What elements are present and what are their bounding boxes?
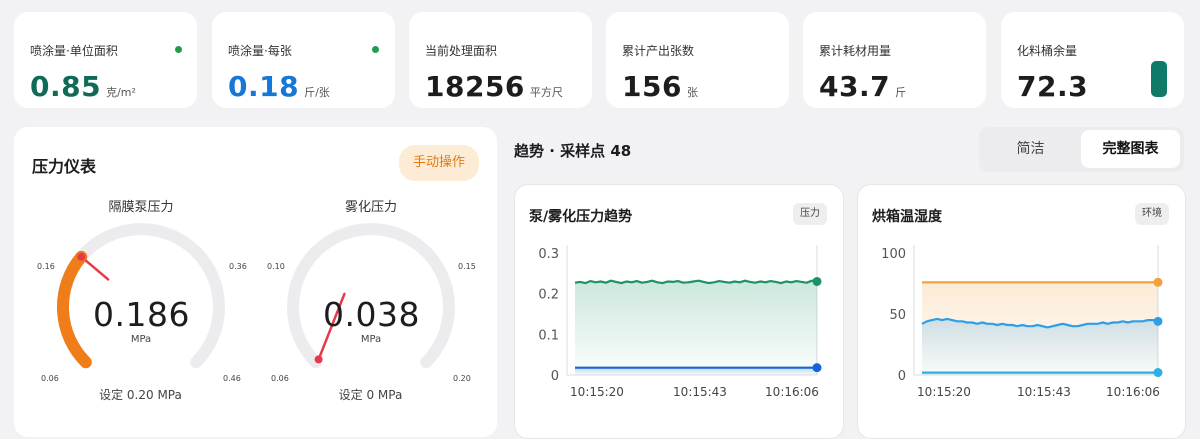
y-tick-label: 0	[551, 369, 559, 384]
stat-unit: 斤	[895, 86, 907, 99]
status-dot	[175, 46, 182, 53]
stat-unit: 张	[686, 86, 698, 99]
y-tick-label: 0	[898, 369, 906, 384]
stat-label: 累计耗材用量	[819, 44, 892, 58]
x-tick-label: 10:15:43	[1017, 385, 1071, 399]
tank-level-indicator	[1151, 61, 1167, 97]
pump-setpoint: 设定 0.20 MPa	[99, 388, 182, 402]
atomize-tick-low: 0.10	[267, 262, 285, 271]
x-tick-label: 10:16:06	[1106, 385, 1160, 399]
view-mode-switch: 简洁 完整图表	[979, 127, 1184, 172]
stat-label: 喷涂量·每张	[228, 44, 292, 58]
stat-card-total-sheets: 累计产出张数 156 张	[606, 12, 789, 108]
stat-card-spray-per-sheet: 喷涂量·每张 0.18 斤/张	[212, 12, 395, 108]
trend-header: 趋势 · 采样点 48	[514, 142, 632, 160]
atomize-reading: 0.038	[323, 295, 420, 334]
stat-label: 当前处理面积	[425, 44, 498, 58]
pump-gauge	[57, 223, 455, 369]
status-dot	[372, 46, 379, 53]
stat-card-spray-per-area: 喷涂量·单位面积 0.85 克/m²	[14, 12, 197, 108]
stat-label: 累计产出张数	[622, 44, 695, 58]
stat-unit: 克/m²	[106, 86, 136, 99]
pump-tick-min: 0.06	[41, 374, 59, 383]
stat-value: 0.85	[30, 70, 102, 103]
series-end-point	[1153, 316, 1163, 326]
mode-full-chart-button[interactable]: 完整图表	[1081, 130, 1180, 168]
pump-gauge-fill-end	[77, 252, 86, 261]
stat-card-tank-remaining: 化料桶余量 72.3	[1001, 12, 1184, 108]
atomize-tick-max: 0.20	[453, 374, 471, 383]
stat-card-total-material: 累计耗材用量 43.7 斤	[803, 12, 986, 108]
x-tick-label: 10:16:06	[765, 385, 819, 399]
stat-label: 化料桶余量	[1017, 44, 1078, 58]
atomize-gauge-start-dot	[314, 355, 323, 364]
atomize-setpoint: 设定 0 MPa	[338, 388, 403, 402]
stat-unit: 平方尺	[529, 86, 563, 99]
stat-value: 0.18	[228, 70, 300, 103]
stat-card-current-area: 当前处理面积 18256 平方尺	[409, 12, 592, 108]
stat-value: 72.3	[1017, 70, 1089, 103]
pressure-trend-card: 泵/雾化压力趋势 压力 0.3 0.2 0.1 0 10:15:20 10:15:43 10…	[514, 184, 844, 439]
pump-tick-high: 0.36	[229, 262, 247, 271]
stat-value: 156	[622, 70, 682, 103]
oven-env-card: 烘箱温湿度 环境 100 50 0 10:15:20 10:15:43 10:16:06	[857, 184, 1186, 439]
y-tick-label: 0.3	[538, 247, 559, 262]
y-tick-label: 100	[881, 247, 906, 262]
atomize-tick-high: 0.15	[458, 262, 476, 271]
y-tick-label: 0.2	[538, 288, 559, 303]
y-tick-label: 0.1	[538, 328, 559, 343]
atomize-reading-unit: MPa	[360, 334, 382, 345]
pump-gauge-needle	[84, 259, 110, 281]
oven-env-chart: 100 50 0 10:15:20 10:15:43 10:16:06	[881, 245, 1163, 399]
series-end-point	[1153, 368, 1163, 378]
pressure-gauge-panel: 压力仪表 手动操作 隔膜泵压力 雾化压力 0.06 0.16 0.36 0.46…	[14, 127, 497, 437]
pump-reading-unit: MPa	[130, 334, 152, 345]
x-tick-label: 10:15:43	[673, 385, 727, 399]
series-end-point	[812, 363, 822, 373]
series-end-point	[812, 276, 822, 286]
x-tick-label: 10:15:20	[917, 385, 971, 399]
x-tick-label: 10:15:20	[570, 385, 624, 399]
series-end-point	[1153, 277, 1163, 287]
stat-unit: 斤/张	[304, 86, 330, 99]
stat-value: 43.7	[819, 70, 891, 103]
atomize-tick-min: 0.06	[271, 374, 289, 383]
pump-gauge-fill	[57, 250, 92, 369]
pump-reading: 0.186	[93, 295, 190, 334]
series-area	[575, 280, 817, 375]
y-tick-label: 50	[889, 308, 906, 323]
pressure-trend-chart: 0.3 0.2 0.1 0 10:15:20 10:15:43 10:16:06	[538, 245, 822, 399]
pump-tick-low: 0.16	[37, 262, 55, 271]
mode-simple-button[interactable]: 简洁	[983, 130, 1078, 168]
pump-tick-max: 0.46	[223, 374, 241, 383]
stat-value: 18256	[425, 70, 525, 103]
stat-label: 喷涂量·单位面积	[30, 44, 118, 58]
series-area	[922, 318, 1158, 375]
